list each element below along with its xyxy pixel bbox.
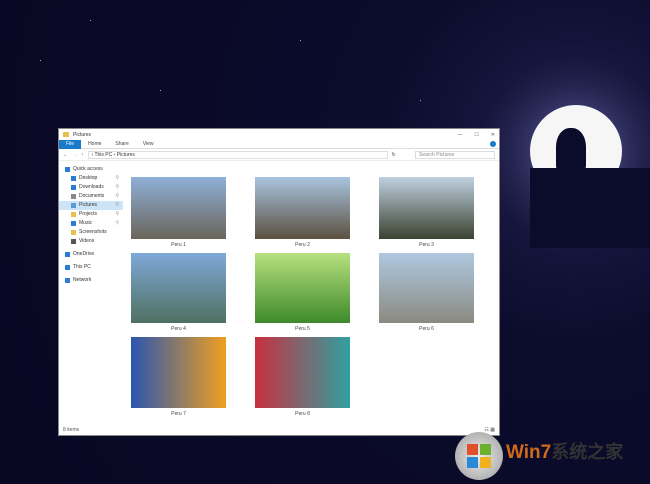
nav-item-label: This PC	[73, 264, 91, 270]
file-name[interactable]: Peru 4	[131, 326, 226, 332]
nav-item[interactable]: Music ⚲	[59, 219, 123, 228]
pin-icon: ⚲	[115, 193, 119, 199]
file-name[interactable]: Peru 3	[379, 242, 474, 248]
breadcrumb-pictures[interactable]: Pictures	[117, 152, 135, 158]
refresh-button[interactable]: ↻	[392, 152, 396, 158]
file-name[interactable]: Peru 1	[131, 242, 226, 248]
file-name[interactable]: Peru 7	[131, 411, 226, 417]
folder-icon	[65, 167, 70, 172]
file-explorer-window: Pictures — ☐ ✕ File Home Share View ← → …	[58, 128, 500, 436]
nav-item-label: Documents	[79, 193, 105, 199]
nav-item[interactable]: This PC	[59, 263, 123, 272]
pin-icon: ⚲	[115, 184, 119, 190]
file-thumbnail[interactable]	[255, 337, 350, 408]
nav-item[interactable]: Documents ⚲	[59, 192, 123, 201]
nav-item[interactable]: Desktop ⚲	[59, 174, 123, 183]
nav-item[interactable]: Network	[59, 276, 123, 285]
fence-silhouette	[530, 168, 650, 248]
window-title: Pictures	[73, 131, 92, 138]
file-thumbnail[interactable]	[131, 337, 226, 408]
close-button[interactable]: ✕	[491, 132, 495, 138]
folder-icon	[71, 212, 76, 217]
tab-view[interactable]: View	[136, 141, 161, 147]
watermark-brand-text: Win7	[506, 442, 552, 463]
up-button[interactable]: ↑	[81, 152, 84, 158]
pin-icon: ⚲	[115, 202, 119, 208]
file-thumbnail[interactable]	[255, 253, 350, 323]
tab-share[interactable]: Share	[108, 141, 135, 147]
maximize-button[interactable]: ☐	[474, 132, 478, 138]
file-thumbnail[interactable]	[379, 253, 474, 323]
address-bar[interactable]: › This PC › Pictures	[87, 150, 388, 159]
folder-icon	[71, 185, 76, 190]
folder-icon	[71, 176, 76, 181]
status-item-count: 8 items	[63, 427, 80, 433]
folder-icon	[65, 278, 70, 283]
nav-item[interactable]: Videos	[59, 237, 123, 246]
nav-item-label: Screenshots	[79, 229, 107, 235]
address-bar-row: ← → ↑ › This PC › Pictures ↻ Search Pict…	[59, 149, 499, 161]
file-thumbnail[interactable]	[131, 253, 226, 323]
cat-silhouette	[556, 128, 586, 170]
nav-item-label: Projects	[79, 211, 98, 217]
folder-icon	[71, 203, 76, 208]
file-thumbnail[interactable]	[379, 177, 474, 239]
file-thumbnail[interactable]	[131, 177, 226, 239]
file-name[interactable]: Peru 6	[379, 326, 474, 332]
title-bar: Pictures — ☐ ✕	[59, 129, 499, 140]
nav-item-label: Music	[79, 220, 93, 226]
folder-icon	[65, 252, 70, 257]
pin-icon: ⚲	[115, 220, 119, 226]
folder-icon	[63, 132, 69, 137]
folder-icon	[71, 194, 76, 199]
nav-item[interactable]: Pictures ⚲	[59, 201, 123, 210]
nav-item[interactable]: Quick access	[59, 165, 123, 174]
navigation-pane: Quick access Desktop ⚲ Downloads ⚲ Documents ⚲…	[59, 165, 123, 425]
folder-icon	[71, 239, 76, 244]
watermark-suffix: 系统之家	[551, 442, 624, 462]
nav-item[interactable]: OneDrive	[59, 250, 123, 259]
windows-logo-watermark	[455, 432, 503, 480]
search-input[interactable]: Search Pictures	[415, 150, 495, 159]
watermark-brand: Win7系统之家	[506, 438, 623, 464]
search-placeholder: Search Pictures	[419, 151, 455, 158]
nav-item[interactable]: Screenshots	[59, 228, 123, 237]
tab-home[interactable]: Home	[81, 141, 108, 147]
ribbon: File Home Share View	[59, 139, 499, 149]
folder-icon	[71, 221, 76, 226]
minimize-button[interactable]: —	[457, 132, 462, 138]
file-name[interactable]: Peru 8	[255, 411, 350, 417]
nav-item-label: Pictures	[79, 202, 98, 208]
breadcrumb-this-pc[interactable]: This PC	[94, 152, 112, 158]
file-name[interactable]: Peru 2	[255, 242, 350, 248]
nav-item-label: Desktop	[79, 175, 98, 181]
nav-item-label: Quick access	[73, 166, 103, 172]
tab-file[interactable]: File	[59, 139, 82, 149]
file-name[interactable]: Peru 5	[255, 326, 350, 332]
nav-item[interactable]: Projects ⚲	[59, 210, 123, 219]
pin-icon: ⚲	[115, 175, 119, 181]
pin-icon: ⚲	[115, 211, 119, 217]
nav-item-label: Videos	[79, 238, 95, 244]
file-thumbnail[interactable]	[255, 177, 350, 239]
folder-icon	[71, 230, 76, 235]
back-button[interactable]: ←	[63, 152, 68, 158]
help-icon[interactable]	[490, 141, 496, 147]
nav-item-label: Network	[73, 277, 92, 283]
forward-button[interactable]: →	[72, 152, 77, 158]
folder-icon	[65, 265, 70, 270]
nav-item-label: OneDrive	[73, 251, 95, 257]
nav-item-label: Downloads	[79, 184, 104, 190]
nav-item[interactable]: Downloads ⚲	[59, 183, 123, 192]
